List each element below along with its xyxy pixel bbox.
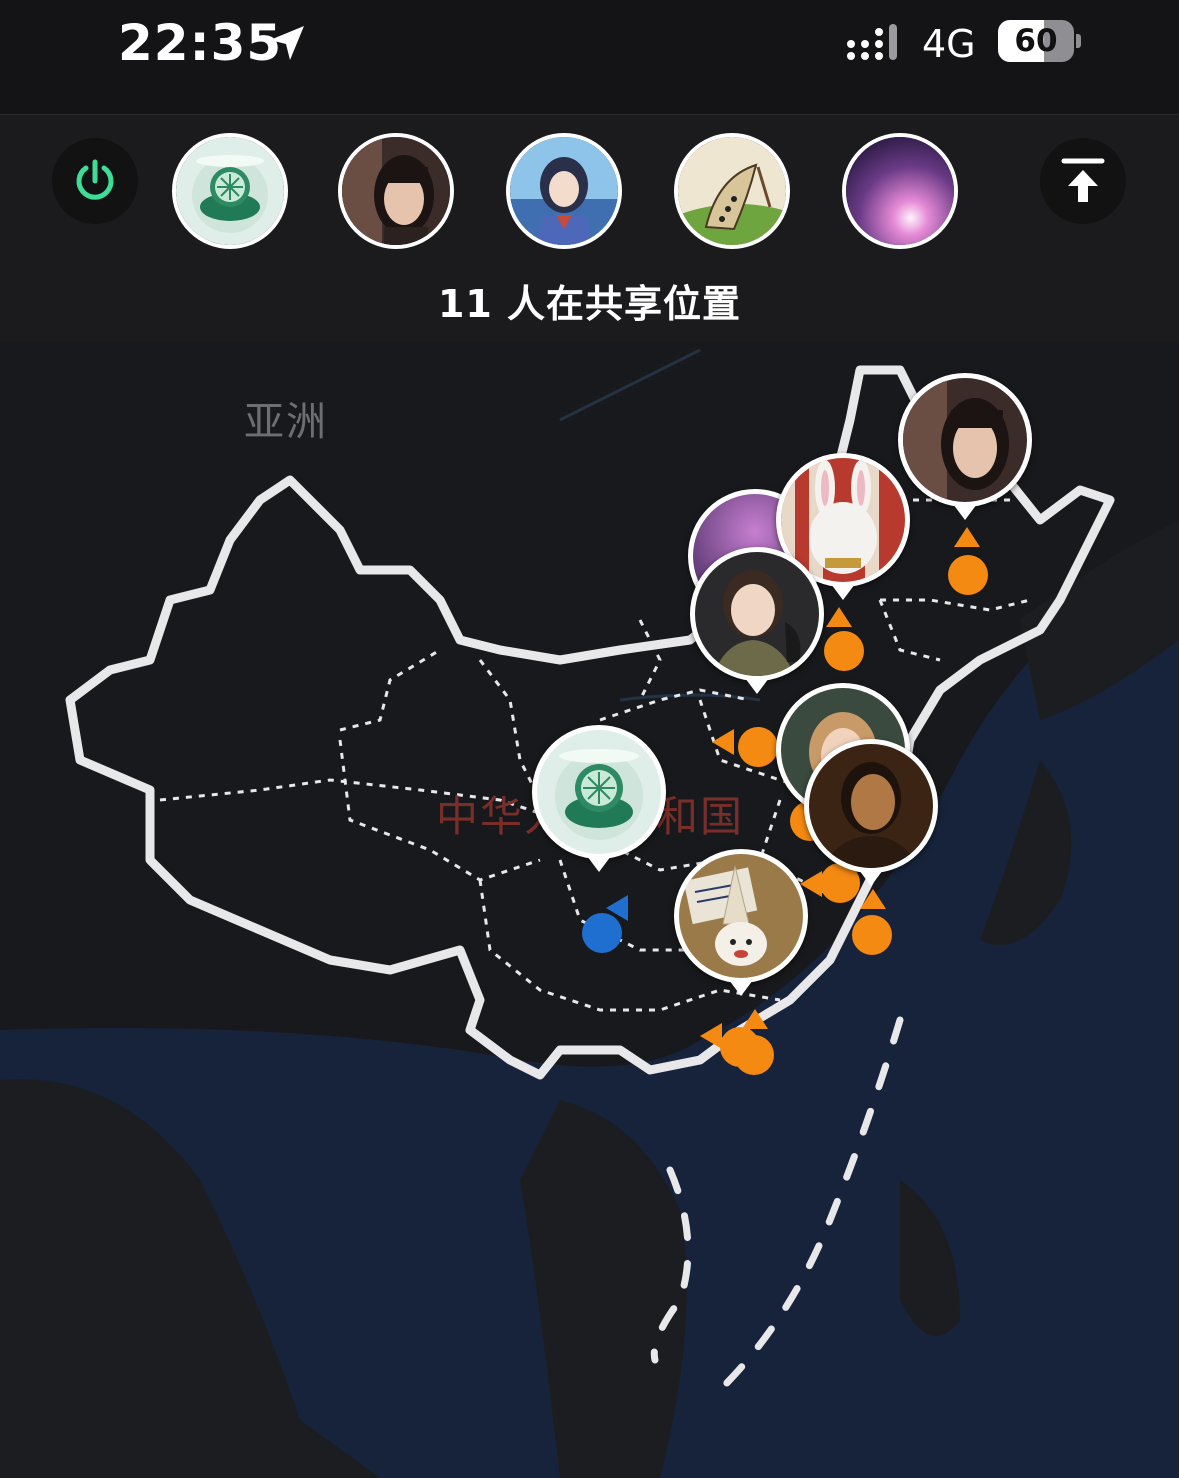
heading-arrow-icon bbox=[700, 1023, 722, 1049]
friend-avatar-anime-girl[interactable] bbox=[506, 133, 622, 249]
friend-location-dot[interactable] bbox=[738, 727, 778, 767]
friend-avatar-illustration[interactable] bbox=[674, 133, 790, 249]
location-share-panel: 11 人在共享位置 bbox=[0, 114, 1179, 342]
sharing-power-button[interactable] bbox=[52, 138, 138, 224]
network-type: 4G bbox=[922, 22, 976, 66]
heading-arrow-icon bbox=[954, 527, 980, 547]
map-view[interactable]: 亚洲 中华人民共和国 bbox=[0, 341, 1179, 1478]
friend-location-dot[interactable] bbox=[852, 915, 892, 955]
continent-label: 亚洲 bbox=[244, 399, 328, 445]
power-icon bbox=[76, 159, 114, 200]
sharing-count-label: 11 人在共享位置 bbox=[437, 282, 742, 326]
friend-location-dot[interactable] bbox=[824, 631, 864, 671]
lime-glass-avatar-image bbox=[537, 730, 661, 854]
battery-percent: 60 bbox=[1014, 23, 1058, 59]
location-arrow-icon bbox=[270, 26, 304, 60]
battery-tip bbox=[1076, 34, 1081, 48]
ocarina-illustration-avatar-image bbox=[678, 137, 786, 245]
man-portrait-avatar-image bbox=[809, 744, 933, 868]
girl-portrait-avatar-image bbox=[903, 378, 1027, 502]
anime-girl-avatar-image bbox=[510, 137, 618, 245]
lime-glass-avatar-image bbox=[176, 137, 284, 245]
heading-arrow-icon bbox=[860, 889, 886, 909]
heading-arrow-icon bbox=[742, 1009, 768, 1029]
collapse-to-top-icon bbox=[1061, 158, 1105, 202]
map-pin-lime-self[interactable] bbox=[532, 725, 666, 872]
friend-location-dot[interactable] bbox=[948, 555, 988, 595]
my-location-dot[interactable] bbox=[582, 913, 622, 953]
girl-portrait-avatar-image bbox=[342, 137, 450, 245]
collapse-to-top-button[interactable] bbox=[1040, 138, 1126, 224]
clock: 22:35 bbox=[118, 14, 283, 72]
galaxy-avatar-image bbox=[846, 137, 954, 245]
friend-location-dot[interactable] bbox=[720, 1027, 760, 1067]
map-pin-cartoon-dog[interactable] bbox=[674, 849, 808, 996]
status-bar: 22:35 4G 60 bbox=[0, 0, 1179, 88]
map-base bbox=[0, 348, 1179, 1478]
actress-portrait-avatar-image bbox=[695, 552, 819, 676]
battery-icon: 60 bbox=[998, 20, 1074, 62]
friend-avatar-lime[interactable] bbox=[172, 133, 288, 249]
friend-avatar-galaxy[interactable] bbox=[842, 133, 958, 249]
map-pin-man-portrait[interactable] bbox=[804, 739, 938, 886]
friend-avatar-girl-portrait[interactable] bbox=[338, 133, 454, 249]
cellular-signal-icon bbox=[847, 24, 897, 60]
cartoon-dog-avatar-image bbox=[679, 854, 803, 978]
heading-arrow-icon bbox=[712, 729, 734, 755]
heading-arrow-icon bbox=[826, 607, 852, 627]
map-pin-actress[interactable] bbox=[690, 547, 824, 694]
map-pin-girl-portrait[interactable] bbox=[898, 373, 1032, 520]
